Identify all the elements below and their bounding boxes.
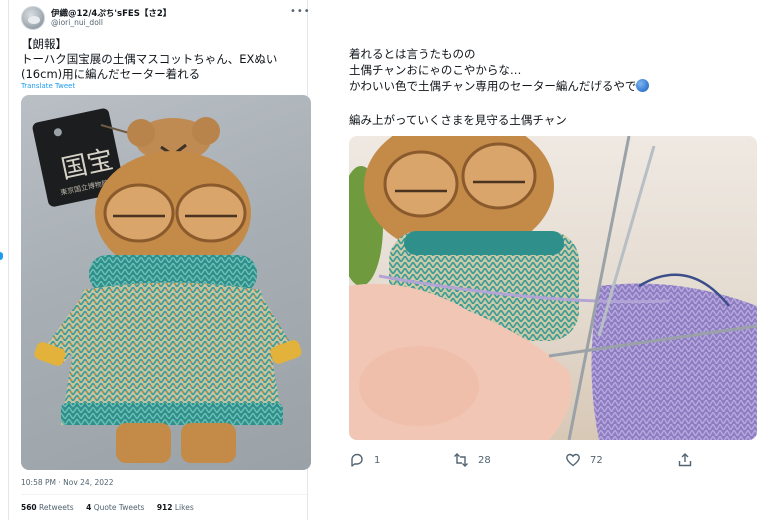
reply-tweet-text-2: 編み上がっていくさまを見守る土偶チャン [349, 113, 567, 127]
left-tweet-card: 伊織@12/4ぷち'sFES【さ2】 @iori_nui_doll ••• 【朗… [8, 0, 311, 520]
tweet-actions: 1 28 72 [349, 452, 749, 470]
likes-stat[interactable]: 912 Likes [157, 503, 194, 512]
quotes-label: Quote Tweets [93, 503, 145, 512]
retweet-count: 28 [478, 454, 491, 466]
divider [21, 494, 309, 495]
avatar[interactable] [21, 6, 45, 30]
reply-tweet-text: 着れるとは言うたものの 土偶チャンおにゃのこやからな… かわいい色で土偶チャン専… [349, 46, 749, 94]
like-button[interactable]: 72 [565, 452, 603, 468]
reply-tweet-text-body: 着れるとは言うたものの 土偶チャンおにゃのこやからな… かわいい色で土偶チャン専… [349, 47, 637, 93]
retweets-label: Retweets [39, 503, 74, 512]
quotes-count: 4 [86, 503, 92, 512]
yarn-ball-emoji [636, 79, 650, 92]
quote-tweets-stat[interactable]: 4 Quote Tweets [86, 503, 144, 512]
retweets-count: 560 [21, 503, 37, 512]
knitting-photo-illustration [349, 136, 757, 440]
reply-button[interactable]: 1 [349, 452, 380, 468]
user-handle[interactable]: @iori_nui_doll [51, 18, 103, 27]
like-count: 72 [590, 454, 603, 466]
more-horizontal-icon[interactable]: ••• [290, 6, 311, 17]
share-button[interactable] [677, 452, 693, 468]
tweet-photo-dogu-mascot[interactable]: 国宝 東京国立博物館 [21, 95, 311, 470]
tweet-photo-knitting[interactable] [349, 136, 757, 440]
reply-icon [351, 453, 363, 467]
likes-count: 912 [156, 503, 173, 512]
tweet-text: 【朗報】 トーハク国宝展の土偶マスコットちゃん、EXぬい (16cm)用に編んだ… [21, 37, 278, 81]
dogu-mascot-illustration: 国宝 東京国立博物館 [32, 108, 302, 463]
translate-tweet-link[interactable]: Translate Tweet [21, 82, 75, 90]
retweet-icon [454, 453, 468, 467]
retweets-stat[interactable]: 560 Retweets [21, 503, 74, 512]
tweet-stats: 560 Retweets 4 Quote Tweets 912 Likes [21, 503, 204, 512]
retweet-button[interactable]: 28 [453, 452, 491, 468]
tweet-timestamp[interactable]: 10:58 PM · Nov 24, 2022 [21, 478, 114, 487]
share-icon [678, 453, 692, 467]
reply-count: 1 [374, 454, 381, 466]
likes-label: Likes [174, 503, 194, 512]
heart-icon [566, 453, 580, 467]
selection-indicator [0, 252, 3, 260]
